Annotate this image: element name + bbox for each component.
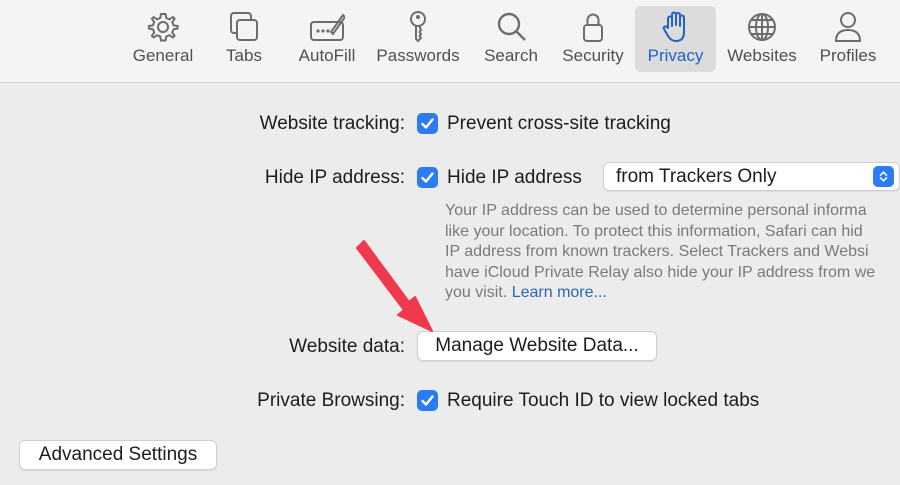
require-touch-id-checkbox[interactable]	[417, 390, 438, 411]
tab-passwords-label: Passwords	[376, 46, 460, 65]
description-line: have iCloud Private Relay also hide your…	[445, 263, 876, 281]
tab-tabs[interactable]: Tabs	[212, 6, 276, 72]
hide-ip-address-checkbox[interactable]	[417, 167, 438, 188]
lock-icon	[573, 10, 613, 44]
globe-icon	[742, 10, 782, 44]
tabs-icon	[224, 10, 264, 44]
autofill-icon	[307, 10, 347, 44]
tab-general-label: General	[132, 46, 194, 65]
tab-websites[interactable]: Websites	[722, 6, 802, 72]
website-data-label: Website data:	[289, 336, 405, 357]
hand-icon	[656, 10, 696, 44]
advanced-settings-button[interactable]: Advanced Settings	[19, 440, 217, 470]
hide-ip-address-checkbox-label[interactable]: Hide IP address	[447, 167, 582, 189]
manage-website-data-button[interactable]: Manage Website Data...	[417, 331, 657, 361]
popup-stepper-icon	[873, 166, 894, 187]
hide-ip-popup-button[interactable]: from Trackers Only	[603, 162, 900, 191]
tab-passwords[interactable]: Passwords	[373, 6, 463, 72]
tab-websites-label: Websites	[727, 46, 797, 65]
key-icon	[398, 10, 438, 44]
website-tracking-label: Website tracking:	[259, 113, 405, 134]
gear-icon	[143, 10, 183, 44]
hide-ip-address-label: Hide IP address:	[264, 167, 405, 188]
private-browsing-label: Private Browsing:	[257, 390, 405, 411]
hide-ip-description: Your IP address can be used to determine…	[445, 201, 900, 304]
description-last-text: you visit.	[445, 284, 508, 301]
tab-profiles-label: Profiles	[819, 46, 877, 65]
description-line: like your location. To protect this info…	[445, 222, 863, 240]
tab-privacy-label: Privacy	[647, 46, 704, 65]
checkmark-icon	[421, 118, 434, 129]
tab-search[interactable]: Search	[478, 6, 544, 72]
description-line: IP address from known trackers. Select T…	[445, 243, 869, 260]
checkmark-icon	[421, 172, 434, 183]
tab-security-label: Security	[562, 46, 624, 65]
tab-search-label: Search	[484, 46, 538, 65]
tab-autofill[interactable]: AutoFill	[292, 6, 362, 72]
person-icon	[828, 10, 868, 44]
hide-ip-popup-value: from Trackers Only	[616, 166, 777, 187]
prevent-cross-site-tracking-label[interactable]: Prevent cross-site tracking	[447, 113, 671, 135]
prevent-cross-site-tracking-checkbox[interactable]	[417, 113, 438, 134]
magnifier-icon	[491, 10, 531, 44]
require-touch-id-label[interactable]: Require Touch ID to view locked tabs	[447, 390, 759, 412]
description-line-last: you visit. Learn more...	[445, 283, 900, 304]
checkmark-icon	[421, 395, 434, 406]
tab-autofill-label: AutoFill	[298, 46, 356, 65]
tab-profiles[interactable]: Profiles	[812, 6, 884, 72]
description-line: Your IP address can be used to determine…	[445, 202, 867, 219]
tab-general[interactable]: General	[128, 6, 198, 72]
tab-tabs-label: Tabs	[226, 46, 262, 65]
preferences-toolbar: General Tabs AutoFill Passwords Search S…	[0, 0, 900, 83]
tab-privacy[interactable]: Privacy	[635, 6, 716, 72]
learn-more-link[interactable]: Learn more...	[512, 284, 607, 301]
tab-security[interactable]: Security	[556, 6, 630, 72]
